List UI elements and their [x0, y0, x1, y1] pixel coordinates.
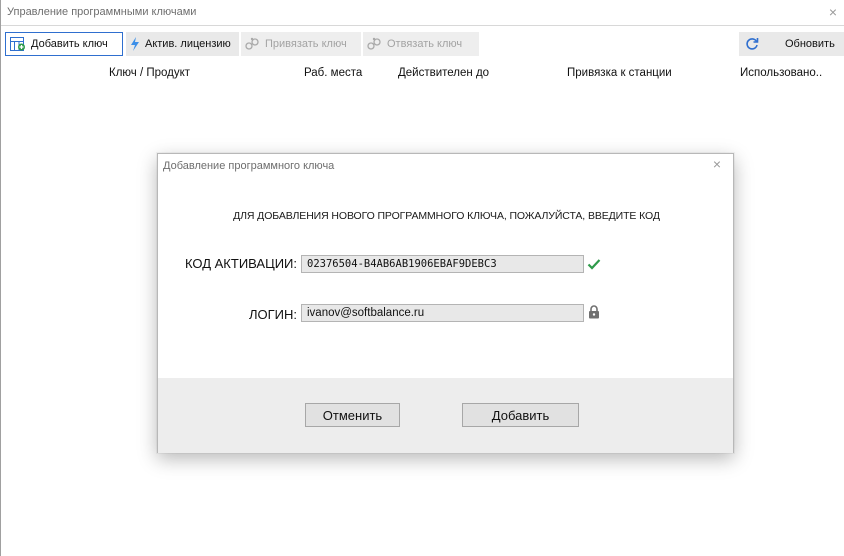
column-header-key-product[interactable]: Ключ / Продукт [109, 67, 190, 79]
dialog-message: ДЛЯ ДОБАВЛЕНИЯ НОВОГО ПРОГРАММНОГО КЛЮЧА… [233, 210, 660, 222]
lightning-icon [131, 37, 139, 51]
add-key-icon [10, 37, 25, 51]
unlink-icon [367, 37, 381, 50]
activate-license-button[interactable]: Актив. лицензию [126, 32, 239, 56]
refresh-icon [746, 38, 759, 50]
grid-header: Ключ / Продукт Раб. места Действителен д… [1, 58, 844, 86]
unlink-key-label: Отвязать ключ [387, 38, 463, 50]
link-icon [245, 37, 259, 50]
add-key-button[interactable]: Добавить ключ [5, 32, 123, 56]
activate-license-label: Актив. лицензию [145, 38, 231, 50]
add-key-label: Добавить ключ [31, 38, 108, 50]
refresh-button[interactable]: Обновить [739, 32, 844, 56]
lock-icon [589, 305, 599, 319]
unlink-key-button[interactable]: Отвязать ключ [363, 32, 479, 56]
window-title: Управление программными ключами [7, 6, 197, 18]
window-close-icon[interactable]: × [829, 5, 837, 19]
activation-code-input[interactable]: 02376504-B4AB6AB1906EBAF9DEBC3 [301, 255, 584, 273]
link-key-label: Привязать ключ [265, 38, 347, 50]
activation-code-label: КОД АКТИВАЦИИ: [184, 256, 297, 271]
column-header-used[interactable]: Использовано.. [740, 67, 822, 79]
login-label: ЛОГИН: [248, 307, 297, 322]
add-key-dialog: Добавление программного ключа × ДЛЯ ДОБА… [157, 153, 734, 453]
toolbar: Добавить ключ Актив. лицензию Привязать … [5, 32, 844, 56]
dialog-title: Добавление программного ключа [163, 160, 335, 172]
cancel-button[interactable]: Отменить [305, 403, 400, 427]
column-header-workplaces[interactable]: Раб. места [304, 67, 362, 79]
refresh-label: Обновить [785, 38, 835, 50]
dialog-footer: Отменить Добавить [158, 378, 733, 453]
dialog-close-icon[interactable]: × [713, 157, 721, 171]
column-header-station-binding[interactable]: Привязка к станции [567, 67, 672, 79]
link-key-button[interactable]: Привязать ключ [241, 32, 361, 56]
window-titlebar: Управление программными ключами × [1, 0, 844, 26]
checkmark-icon [587, 259, 601, 270]
add-button[interactable]: Добавить [462, 403, 579, 427]
column-header-valid-until[interactable]: Действителен до [398, 67, 489, 79]
login-input[interactable]: ivanov@softbalance.ru [301, 304, 584, 322]
